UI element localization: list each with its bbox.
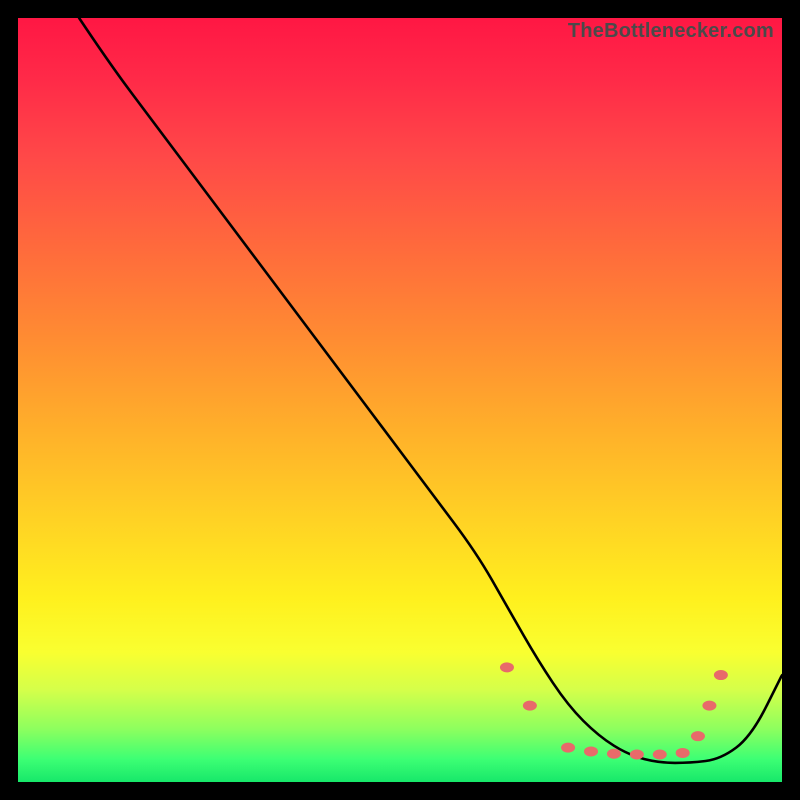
curve-marker (691, 731, 705, 741)
curve-marker (523, 701, 537, 711)
curve-marker (561, 743, 575, 753)
curve-marker (630, 749, 644, 759)
curve-marker (714, 670, 728, 680)
curve-marker (702, 701, 716, 711)
curve-line (79, 18, 782, 763)
curve-marker (653, 749, 667, 759)
watermark-label: TheBottlenecker.com (568, 20, 774, 43)
curve-marker (584, 746, 598, 756)
curve-marker (607, 749, 621, 759)
chart-svg (18, 18, 782, 782)
chart-frame: TheBottlenecker.com (18, 18, 782, 782)
curve-marker (676, 748, 690, 758)
curve-marker (500, 662, 514, 672)
